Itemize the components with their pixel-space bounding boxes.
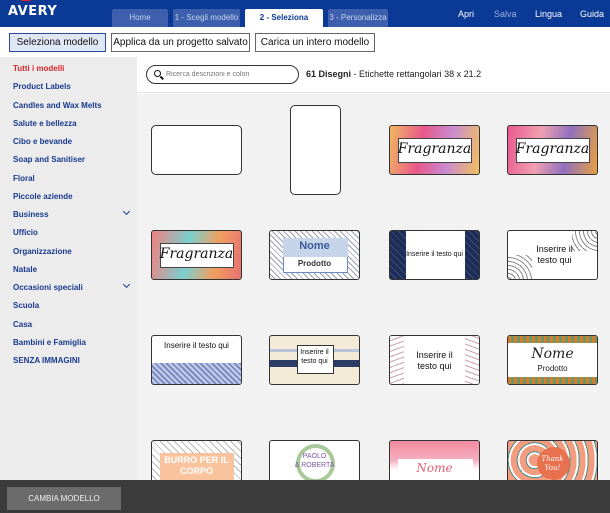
load-full-model-button[interactable]: Carica un intero modello xyxy=(255,33,375,52)
template-text: Fragranza xyxy=(515,141,590,157)
top-nav: AVERY Home 1 - Scegli modello 2 - Selezi… xyxy=(0,0,610,40)
sidebar-item-food-drink[interactable]: Cibo e bevande xyxy=(13,137,72,146)
sidebar-item-all[interactable]: Tutti i modelli xyxy=(13,64,64,73)
tab-home[interactable]: Home xyxy=(112,9,168,27)
sidebar-item-soap[interactable]: Soap and Sanitiser xyxy=(13,155,85,164)
template-text: Thank You! xyxy=(541,455,564,472)
pattern-border-bottom xyxy=(508,377,597,384)
template-fragranza-watercolor-3[interactable]: Fragranza xyxy=(151,230,242,280)
language-link[interactable]: Lingua xyxy=(535,9,562,19)
template-blank-horizontal[interactable] xyxy=(151,125,242,175)
template-nome-pink-flowers[interactable]: Nome xyxy=(389,440,480,480)
results-header: 61 Disegni - Etichette rettangolari 38 x… xyxy=(137,57,610,93)
avery-logo[interactable]: AVERY xyxy=(8,0,58,19)
mode-toolbar: Seleziona modello Applica da un progetto… xyxy=(0,27,610,57)
template-name-text: Nome xyxy=(531,346,574,362)
template-inserire-leaves[interactable]: Inserire il testo qui xyxy=(389,335,480,385)
sidebar-item-special-occasions[interactable]: Occasioni speciali xyxy=(13,283,83,292)
template-name-text: Nome xyxy=(416,461,453,475)
bottom-bar: CAMBIA MODELLO xyxy=(0,480,610,513)
brand-name: AVERY xyxy=(8,4,58,19)
template-thank-you[interactable]: Thank You! xyxy=(507,440,598,480)
chevron-down-icon[interactable] xyxy=(122,280,131,289)
template-text: Inserire il testo qui xyxy=(406,251,463,258)
template-paolo-roberta-wreath[interactable]: PAOLO & ROBERTA xyxy=(269,440,360,480)
leaves-decoration xyxy=(390,336,404,384)
sidebar-item-small-business[interactable]: Piccole aziende xyxy=(13,192,73,201)
template-text-line1: BURRO PER IL xyxy=(164,455,229,465)
logo-swoosh-icon xyxy=(21,0,31,4)
save-link[interactable]: Salva xyxy=(494,9,517,19)
template-grid: Fragranza Fragranza Fragranza Nome Prodo… xyxy=(137,94,610,480)
chevron-down-icon[interactable] xyxy=(122,207,131,216)
sidebar-item-organization[interactable]: Organizzazione xyxy=(13,247,72,256)
template-text: Inserire il testo qui xyxy=(536,244,573,265)
pattern-band xyxy=(152,363,241,384)
help-link[interactable]: Guida xyxy=(580,9,604,19)
template-inserire-navy[interactable]: Inserire il testo qui xyxy=(389,230,480,280)
template-text: Fragranza xyxy=(397,141,472,157)
search-input[interactable] xyxy=(166,68,294,81)
template-product-text: Prodotto xyxy=(537,364,568,373)
open-link[interactable]: Apri xyxy=(458,9,474,19)
template-text: Inserire il testo qui xyxy=(164,341,229,350)
designs-count: 61 Disegni xyxy=(306,69,352,79)
sidebar-item-home[interactable]: Casa xyxy=(13,320,32,329)
sidebar-item-business[interactable]: Business xyxy=(13,210,49,219)
template-name1-text: PAOLO xyxy=(302,453,327,460)
change-model-button[interactable]: CAMBIA MODELLO xyxy=(7,487,121,510)
sidebar-item-kids-family[interactable]: Bambini e Famiglia xyxy=(13,338,86,347)
template-fragranza-watercolor-2[interactable]: Fragranza xyxy=(507,125,598,175)
apply-saved-project-button[interactable]: Applica da un progetto salvato xyxy=(111,33,250,52)
label-size-description: - Etichette rettangolari 38 x 21.2 xyxy=(351,69,482,79)
search-box[interactable] xyxy=(146,65,299,84)
template-fragranza-watercolor-1[interactable]: Fragranza xyxy=(389,125,480,175)
search-icon xyxy=(154,70,161,77)
template-inserire-striped[interactable]: Inserire il testo qui xyxy=(269,335,360,385)
sidebar-item-no-images[interactable]: SENZA IMMAGINI xyxy=(13,356,80,365)
sidebar-item-christmas[interactable]: Natale xyxy=(13,265,37,274)
template-product-text: Prodotto xyxy=(297,259,332,268)
sidebar-item-office[interactable]: Ufficio xyxy=(13,228,38,237)
template-nome-floral[interactable]: Nome Prodotto xyxy=(269,230,360,280)
template-inserire-floral-grey[interactable]: Inserire il testo qui xyxy=(507,230,598,280)
template-name-text: Nome xyxy=(299,240,330,252)
sidebar-item-floral[interactable]: Floral xyxy=(13,174,35,183)
sidebar-item-product-labels[interactable]: Product Labels xyxy=(13,82,71,91)
template-text: Inserire il testo qui xyxy=(300,349,329,365)
template-inserire-blue-pattern[interactable]: Inserire il testo qui xyxy=(151,335,242,385)
category-sidebar: Tutti i modelli Product Labels Candles a… xyxy=(0,57,137,480)
template-name2-text: & ROBERTA xyxy=(294,462,335,469)
results-count: 61 Disegni - Etichette rettangolari 38 x… xyxy=(306,69,481,79)
tab-customize[interactable]: 3 - Personalizza xyxy=(328,9,388,27)
sidebar-item-health-beauty[interactable]: Salute e bellezza xyxy=(13,119,77,128)
sidebar-item-school[interactable]: Scuola xyxy=(13,301,39,310)
leaves-decoration xyxy=(465,336,479,384)
template-nome-orange-border[interactable]: Nome Prodotto xyxy=(507,335,598,385)
tab-select-model[interactable]: 2 - Seleziona modello xyxy=(245,9,323,40)
sidebar-item-candles[interactable]: Candles and Wax Melts xyxy=(13,101,102,110)
template-blank-vertical[interactable] xyxy=(290,105,341,195)
tab-choose-model[interactable]: 1 - Scegli modello xyxy=(173,9,240,27)
pattern-border-top xyxy=(508,336,597,343)
select-model-button[interactable]: Seleziona modello xyxy=(9,33,106,52)
template-burro-corpo[interactable]: BURRO PER IL CORPO xyxy=(151,440,242,480)
template-text-line2: CORPO xyxy=(179,466,213,476)
template-text: Fragranza xyxy=(159,246,234,262)
template-text: Inserire il testo qui xyxy=(416,350,453,371)
